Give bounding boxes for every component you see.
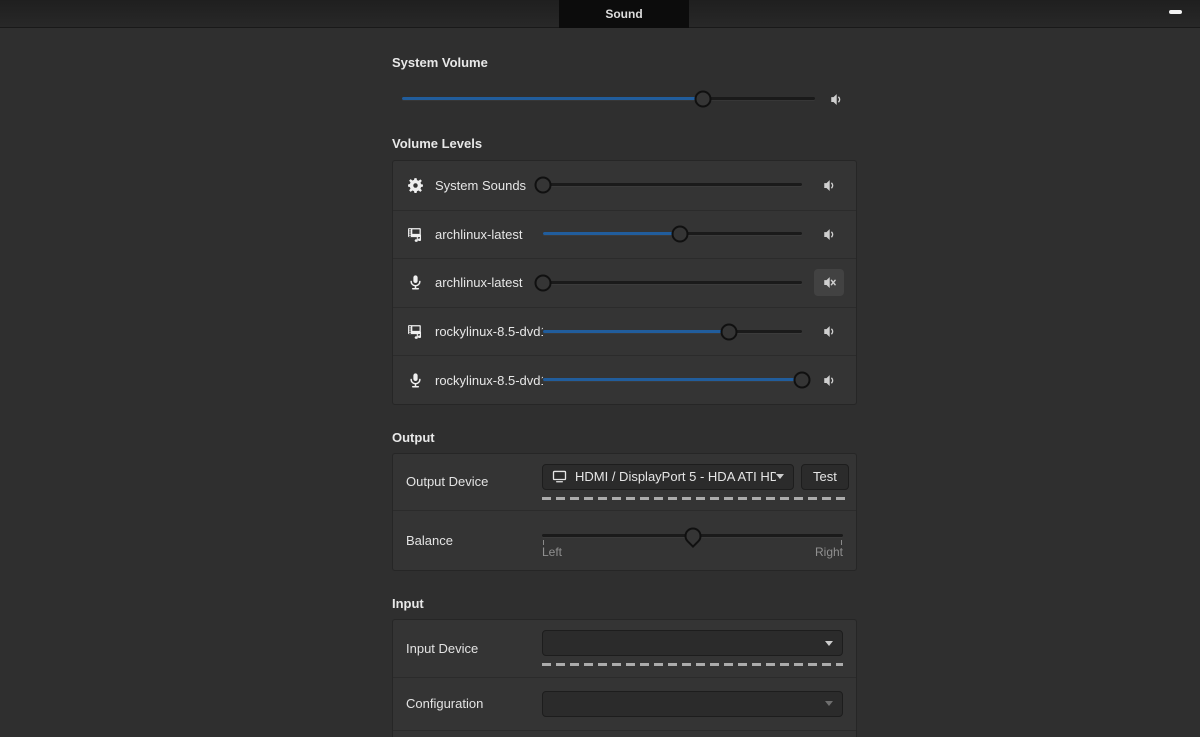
stream-volume-slider[interactable] — [543, 323, 802, 341]
stream-name: archlinux-latest — [435, 227, 543, 242]
stream-name: System Sounds — [435, 178, 543, 193]
mute-toggle-button[interactable] — [814, 269, 844, 296]
right-tick — [841, 540, 842, 545]
mute-toggle-button[interactable] — [814, 221, 844, 248]
slider-handle[interactable] — [794, 372, 811, 389]
configuration-row: Configuration — [393, 677, 856, 730]
speaker-muted-icon — [822, 275, 837, 290]
balance-row: Balance Left Right — [393, 510, 856, 570]
chevron-down-icon — [825, 701, 833, 706]
gear-icon — [407, 177, 424, 194]
stream-volume-slider[interactable] — [543, 371, 802, 389]
title-pill: Sound — [559, 0, 689, 28]
output-device-value: HDMI / DisplayPort 5 - HDA ATI HDMI — [575, 469, 776, 484]
monitor-icon — [552, 469, 567, 484]
volume-row-archlinux-playback: archlinux-latest — [393, 210, 856, 259]
slider-fill — [402, 97, 703, 100]
balance-label: Balance — [406, 533, 542, 548]
balance-left-label: Left — [542, 545, 562, 559]
volume-row-rockylinux-record: rockylinux-8.5-dvd1 — [393, 355, 856, 404]
microphone-icon — [407, 274, 424, 291]
stream-name: archlinux-latest — [435, 275, 543, 290]
slider-handle[interactable] — [695, 91, 712, 108]
multimedia-icon — [407, 226, 424, 243]
speaker-icon — [822, 373, 837, 388]
volume-row-system-sounds: System Sounds — [393, 161, 856, 210]
window-title: Sound — [605, 7, 642, 21]
input-level-meter — [542, 663, 843, 666]
multimedia-icon — [407, 323, 424, 340]
stream-volume-slider[interactable] — [543, 176, 802, 194]
left-tick — [543, 540, 544, 545]
output-device-row: Output Device HDMI / DisplayPort 5 - HDA… — [393, 454, 856, 510]
slider-handle[interactable] — [680, 524, 704, 548]
slider-handle[interactable] — [535, 177, 552, 194]
output-device-label: Output Device — [406, 474, 542, 489]
speaker-icon — [822, 324, 837, 339]
configuration-label: Configuration — [406, 696, 542, 711]
speaker-icon — [829, 92, 844, 107]
stream-name: rockylinux-8.5-dvd1 — [435, 324, 543, 339]
volume-levels-heading: Volume Levels — [392, 136, 857, 152]
mute-toggle-button[interactable] — [814, 367, 844, 394]
system-volume-heading: System Volume — [392, 55, 857, 71]
output-heading: Output — [392, 430, 857, 446]
input-device-dropdown[interactable] — [542, 630, 843, 656]
slider-handle[interactable] — [721, 323, 738, 340]
slider-handle[interactable] — [535, 274, 552, 291]
sound-panel: System Volume Volume Levels System Sound… — [392, 28, 857, 737]
input-card: Input Device Configuration Volume — [392, 619, 857, 737]
output-card: Output Device HDMI / DisplayPort 5 - HDA… — [392, 453, 857, 571]
speaker-icon — [822, 178, 837, 193]
minimize-indicator-icon — [1169, 10, 1182, 14]
output-device-dropdown[interactable]: HDMI / DisplayPort 5 - HDA ATI HDMI — [542, 464, 794, 490]
input-device-label: Input Device — [406, 641, 542, 656]
speaker-icon — [822, 227, 837, 242]
volume-row-archlinux-record: archlinux-latest — [393, 258, 856, 307]
balance-slider[interactable] — [542, 527, 843, 545]
input-volume-row: Volume — [393, 730, 856, 737]
stream-volume-slider[interactable] — [543, 274, 802, 292]
stream-volume-slider[interactable] — [543, 225, 802, 243]
input-device-row: Input Device — [393, 620, 856, 677]
volume-row-rockylinux-playback: rockylinux-8.5-dvd1 — [393, 307, 856, 356]
output-level-meter — [542, 497, 845, 500]
chevron-down-icon — [776, 474, 784, 479]
chevron-down-icon — [825, 641, 833, 646]
input-heading: Input — [392, 596, 857, 612]
slider-handle[interactable] — [672, 226, 689, 243]
titlebar: Sound — [0, 0, 1200, 28]
system-volume-slider[interactable] — [402, 90, 815, 108]
volume-levels-card: System Sounds archlinux-latest archlinux… — [392, 160, 857, 405]
mute-toggle-button[interactable] — [814, 318, 844, 345]
mute-toggle-button[interactable] — [814, 172, 844, 199]
configuration-dropdown[interactable] — [542, 691, 843, 717]
system-volume-row — [392, 90, 857, 108]
test-button[interactable]: Test — [801, 464, 849, 490]
stream-name: rockylinux-8.5-dvd1 — [435, 373, 543, 388]
balance-right-label: Right — [815, 545, 843, 559]
microphone-icon — [407, 372, 424, 389]
